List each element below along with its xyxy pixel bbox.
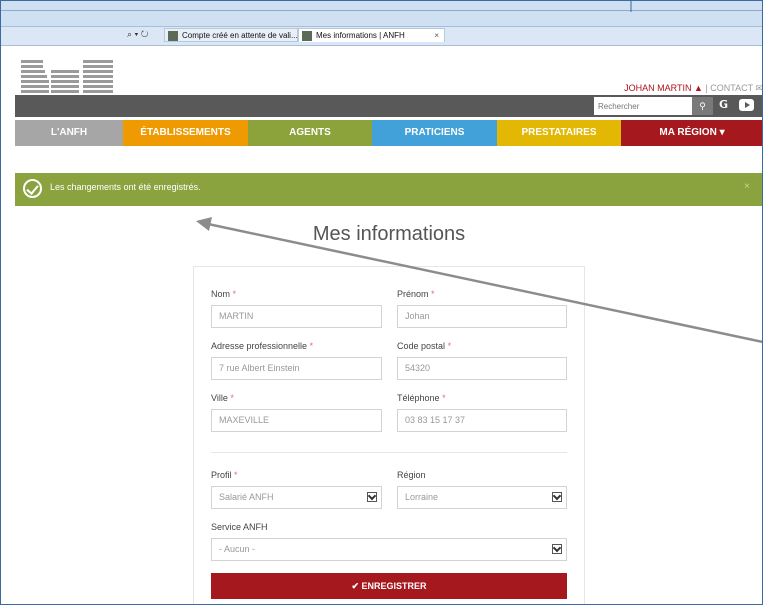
form-divider xyxy=(211,452,567,453)
adresse-label: Adresse professionnelle * xyxy=(211,341,314,351)
nav-prestataires[interactable]: PRESTATAIRES xyxy=(497,120,621,146)
anfh-favicon-icon xyxy=(302,31,312,41)
tab-label: Mes informations | ANFH xyxy=(316,31,405,40)
youtube-icon[interactable] xyxy=(739,99,754,111)
region-label: Région xyxy=(397,470,426,480)
code-postal-label: Code postal * xyxy=(397,341,452,351)
chevron-down-icon xyxy=(552,492,562,502)
code-postal-field[interactable]: 54320 xyxy=(397,357,567,380)
mail-icon[interactable]: ✉ xyxy=(755,83,763,93)
ville-label: Ville * xyxy=(211,393,234,403)
nom-label: Nom * xyxy=(211,289,237,299)
header-separator: | xyxy=(705,83,708,93)
nav-etablissements[interactable]: ÉTABLISSEMENTS xyxy=(123,120,248,146)
anfh-favicon-icon xyxy=(168,31,178,41)
address-bar-controls[interactable]: ⌕ ▾ ↻ xyxy=(127,29,148,40)
page-title: Mes informations xyxy=(312,223,466,245)
browser-title-bar xyxy=(0,0,763,26)
telephone-label: Téléphone * xyxy=(397,393,446,403)
tab-close-icon[interactable]: × xyxy=(434,29,439,42)
check-circle-icon xyxy=(23,179,42,198)
region-select[interactable]: Lorraine xyxy=(397,486,567,509)
prenom-label: Prénom * xyxy=(397,289,435,299)
service-select[interactable]: - Aucun - xyxy=(211,538,567,561)
nom-field[interactable]: MARTIN xyxy=(211,305,382,328)
search-input[interactable] xyxy=(594,97,692,115)
prenom-field[interactable]: Johan xyxy=(397,305,567,328)
title-bar-line xyxy=(0,10,763,11)
browser-tab-active[interactable]: Mes informations | ANFH × xyxy=(298,28,445,42)
alert-close-icon[interactable]: × xyxy=(744,181,750,192)
search-icon[interactable]: ⚲ xyxy=(692,97,713,115)
browser-tab-inactive[interactable]: Compte créé en attente de vali... xyxy=(164,28,298,42)
anfh-logo[interactable] xyxy=(21,60,113,93)
twitter-icon[interactable]: 𝗚 xyxy=(719,98,728,111)
ville-field[interactable]: MAXEVILLE xyxy=(211,409,382,432)
user-name-link[interactable]: JOHAN MARTIN xyxy=(624,83,691,93)
nav-agents[interactable]: AGENTS xyxy=(248,120,372,146)
main-nav: L'ANFH ÉTABLISSEMENTS AGENTS PRATICIENS … xyxy=(15,120,763,146)
tab-label: Compte créé en attente de vali... xyxy=(182,31,298,40)
user-links: JOHAN MARTIN ▲ | CONTACT ✉ xyxy=(624,83,763,94)
nav-praticiens[interactable]: PRATICIENS xyxy=(372,120,497,146)
service-label: Service ANFH xyxy=(211,522,268,532)
telephone-field[interactable]: 03 83 15 17 37 xyxy=(397,409,567,432)
save-button[interactable]: ✔ ENREGISTRER xyxy=(211,573,567,599)
adresse-field[interactable]: 7 rue Albert Einstein xyxy=(211,357,382,380)
profil-label: Profil * xyxy=(211,470,238,480)
nav-ma-region[interactable]: MA RÉGION ▾ xyxy=(621,120,763,146)
profil-select[interactable]: Salarié ANFH xyxy=(211,486,382,509)
contact-link[interactable]: CONTACT xyxy=(710,83,753,93)
chevron-down-icon xyxy=(367,492,377,502)
chevron-down-icon xyxy=(552,544,562,554)
user-icon[interactable]: ▲ xyxy=(694,83,703,93)
success-message: Les changements ont été enregistrés. xyxy=(50,182,201,192)
nav-anfh[interactable]: L'ANFH xyxy=(15,120,123,146)
